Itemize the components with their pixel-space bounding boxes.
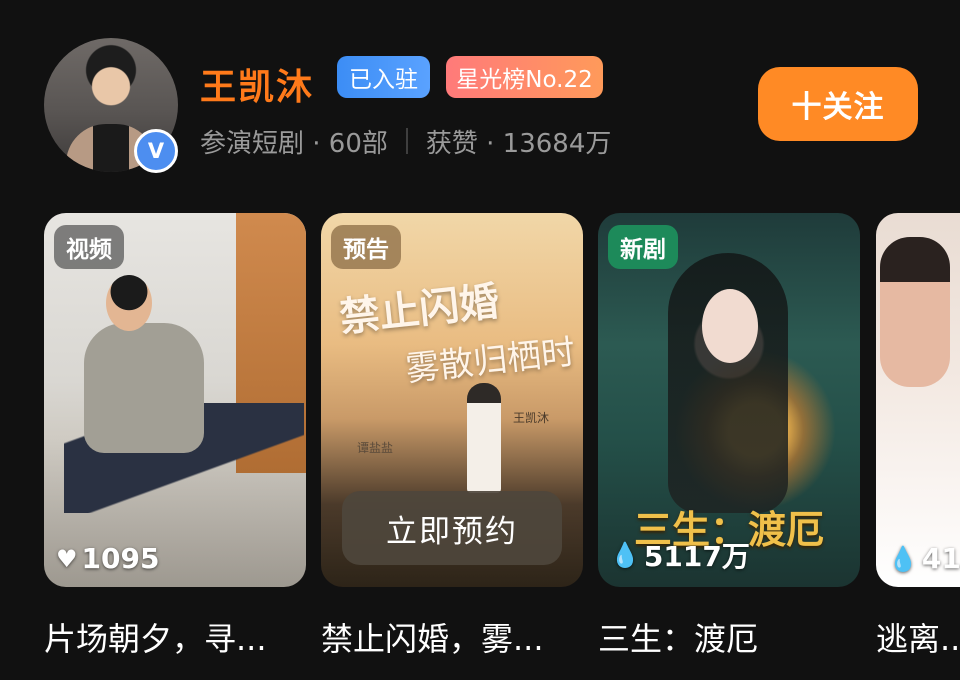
card-title[interactable]: 禁止闪婚，雾... — [321, 614, 583, 660]
like-count: ♥ 1095 — [56, 542, 159, 575]
joined-badge: 已入驻 — [337, 56, 430, 98]
card-title[interactable]: 三生：渡厄 — [598, 614, 860, 660]
card-image-body — [84, 323, 204, 453]
trailer-card[interactable]: 禁止闪婚 雾散归栖时 谭盐盐 王凯沐 预告 立即预约 — [321, 213, 583, 587]
profile-name: 王凯沐 — [200, 67, 315, 108]
profile-stats: 参演短剧 · 60部 获赞 · 13684万 — [200, 120, 611, 162]
follow-button[interactable]: 十关注 — [758, 67, 918, 141]
poster-figure — [880, 237, 950, 387]
verified-icon: V — [134, 129, 178, 173]
tag-video: 视频 — [54, 225, 124, 269]
heart-icon: ♥ — [56, 544, 78, 573]
heat-count: 💧 5117万 — [610, 535, 750, 575]
poster-subtitle: 雾散归栖时 — [403, 332, 577, 390]
poster-credit-right: 王凯沐 — [513, 411, 550, 425]
likes-count: 获赞 · 13684万 — [425, 128, 612, 159]
drama-card-partial[interactable]: 💧 41 — [876, 213, 960, 587]
heat-count: 💧 41 — [888, 542, 960, 575]
heat-count-value: 41 — [921, 542, 960, 575]
flame-icon: 💧 — [610, 541, 640, 569]
new-drama-card[interactable]: 三生：渡厄 新剧 💧 5117万 — [598, 213, 860, 587]
card-title[interactable]: 片场朝夕，寻... — [44, 614, 306, 660]
poster-figure-face — [702, 289, 758, 363]
stats-divider — [405, 128, 408, 154]
poster-figure — [467, 383, 501, 493]
heat-count-value: 5117万 — [643, 540, 750, 573]
flame-icon: 💧 — [888, 544, 918, 573]
video-card[interactable]: 视频 ♥ 1095 — [44, 213, 306, 587]
tag-trailer: 预告 — [331, 225, 401, 269]
card-image-head — [106, 275, 152, 331]
tag-new: 新剧 — [608, 225, 678, 269]
rank-badge[interactable]: 星光榜No.22 — [446, 56, 603, 98]
profile-page: V 王凯沐 已入驻 星光榜No.22 参演短剧 · 60部 获赞 · 13684… — [0, 0, 960, 680]
reserve-button[interactable]: 立即预约 — [342, 491, 562, 565]
poster-title: 禁止闪婚 — [337, 277, 502, 342]
like-count-value: 1095 — [81, 542, 160, 575]
card-title[interactable]: 逃离... — [876, 614, 960, 660]
poster-credit-left: 谭盐盐 — [357, 441, 394, 455]
dramas-count: 参演短剧 · 60部 — [200, 128, 388, 159]
